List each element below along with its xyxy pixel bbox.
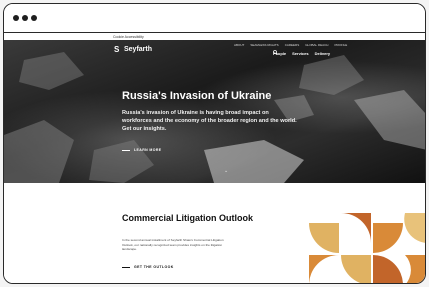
browser-chrome <box>4 4 425 33</box>
get-outlook-label: GET THE OUTLOOK <box>134 265 174 269</box>
window-minimize-dot[interactable] <box>22 15 28 21</box>
promo-description: In the second annual installment of Seyf… <box>122 238 224 252</box>
chevron-down-icon[interactable]: ⌄ <box>224 169 228 174</box>
browser-window: Cookie Accessibility S Seyfarth ABOUT SE… <box>3 3 426 284</box>
hero-title: Russia's Invasion of Ukraine <box>122 90 272 102</box>
hero-banner: S Seyfarth ABOUT SEAMLESS RIGHTS CAREERS… <box>4 40 425 183</box>
cta-line-decoration <box>122 267 130 268</box>
window-close-dot[interactable] <box>13 15 19 21</box>
nav-link-services[interactable]: Services <box>292 50 308 57</box>
hero-description: Russia's invasion of Ukraine is having b… <box>122 110 297 132</box>
seyfarth-logo-icon[interactable]: S <box>114 46 121 54</box>
learn-more-link[interactable]: LEARN MORE <box>122 148 162 153</box>
get-outlook-link[interactable]: GET THE OUTLOOK <box>122 265 174 270</box>
promo-title: Commercial Litigation Outlook <box>122 213 254 223</box>
promo-section: Commercial Litigation Outlook In the sec… <box>4 183 425 283</box>
site-logo[interactable]: Seyfarth <box>124 46 152 54</box>
site-navigation: S Seyfarth ABOUT SEAMLESS RIGHTS CAREERS… <box>4 40 425 62</box>
utility-link-seamless-rights[interactable]: SEAMLESS RIGHTS <box>250 43 278 48</box>
main-nav: People Services Delivery <box>273 50 336 57</box>
geometric-artwork <box>309 213 425 283</box>
utility-link-profile[interactable]: PROFILE <box>334 43 347 48</box>
window-maximize-dot[interactable] <box>31 15 37 21</box>
utility-link-careers[interactable]: CAREERS <box>285 43 300 48</box>
learn-more-label: LEARN MORE <box>134 148 162 152</box>
utility-link-about[interactable]: ABOUT <box>234 43 244 48</box>
utility-nav: ABOUT SEAMLESS RIGHTS CAREERS GLOBAL REA… <box>234 43 347 48</box>
cta-line-decoration <box>122 150 130 151</box>
utility-link-global-reach[interactable]: GLOBAL REACH <box>305 43 328 48</box>
nav-link-delivery[interactable]: Delivery <box>315 50 331 57</box>
